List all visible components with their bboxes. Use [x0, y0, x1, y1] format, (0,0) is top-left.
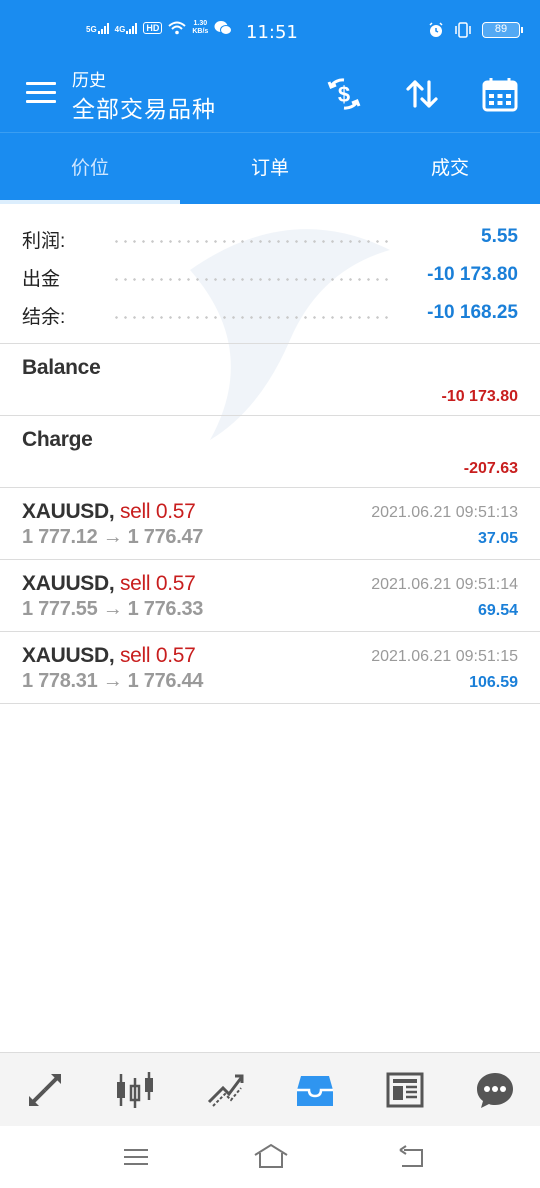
- deal-name: Balance: [22, 356, 101, 379]
- dotted-leader: [112, 278, 392, 281]
- summary-label: 利润:: [22, 231, 66, 252]
- history-content: 利润: 5.55 出金 -10 173.80 结余: -10 168.25 Ba…: [0, 204, 540, 704]
- trade-header: XAUUSD, sell 0.57: [22, 644, 196, 668]
- nav-trade[interactable]: [180, 1053, 270, 1126]
- deal-amount: -207.63: [463, 460, 518, 477]
- network-5g: 5G: [86, 22, 109, 34]
- nav-chat[interactable]: [450, 1053, 540, 1126]
- calendar-icon[interactable]: [480, 74, 520, 114]
- trade-symbol: XAUUSD,: [22, 572, 115, 595]
- sort-icon[interactable]: [402, 74, 442, 114]
- wifi-icon: [168, 21, 187, 35]
- summary-label: 出金: [22, 269, 61, 290]
- trade-time: 2021.06.21 09:51:13: [371, 504, 518, 521]
- bottom-nav: [0, 1052, 540, 1126]
- dotted-leader: [112, 240, 392, 243]
- trade-side: sell 0.57: [119, 500, 196, 523]
- summary-row-balance: 结余: -10 168.25: [0, 298, 540, 336]
- trade-side: sell 0.57: [119, 644, 196, 667]
- app-bar: 历史 全部交易品种 $: [0, 64, 540, 134]
- trade-prices: 1 777.12 → 1 776.47: [22, 526, 204, 548]
- deal-row[interactable]: Charge -207.63: [0, 416, 540, 488]
- dotted-leader: [112, 316, 392, 319]
- nav-quotes[interactable]: [0, 1053, 90, 1126]
- page-title[interactable]: 全部交易品种: [72, 90, 216, 124]
- trade-side: sell 0.57: [119, 572, 196, 595]
- signal-icon: [126, 22, 138, 34]
- trade-symbol: XAUUSD,: [22, 644, 115, 667]
- quotes-icon: [29, 1073, 61, 1106]
- alarm-icon: [429, 22, 443, 37]
- chart-icon: [117, 1071, 153, 1108]
- nav-history[interactable]: [270, 1053, 360, 1126]
- trade-row[interactable]: XAUUSD, sell 0.57 1 777.55 → 1 776.33 20…: [0, 560, 540, 632]
- trade-profit: 69.54: [477, 602, 518, 619]
- menu-icon-line: [26, 82, 56, 85]
- system-nav-bar: [0, 1126, 540, 1188]
- summary-section: 利润: 5.55 出金 -10 173.80 结余: -10 168.25: [0, 204, 540, 344]
- tab-divider: [0, 132, 540, 133]
- trade-header: XAUUSD, sell 0.57: [22, 572, 196, 596]
- tab-deals[interactable]: 成交: [360, 134, 540, 204]
- clock: 11:51: [246, 22, 298, 43]
- status-left: 5G 4G HD 1.30 KB/s: [86, 20, 233, 36]
- trade-symbol: XAUUSD,: [22, 500, 115, 523]
- recent-apps-icon[interactable]: [120, 1142, 152, 1172]
- status-bar: 5G 4G HD 1.30 KB/s 11:51 89: [0, 0, 540, 64]
- trade-profit: 37.05: [477, 530, 518, 547]
- trade-prices: 1 778.31 → 1 776.44: [22, 670, 204, 692]
- summary-label: 结余:: [22, 307, 66, 328]
- summary-value: -10 173.80: [427, 264, 518, 285]
- trade-icon: [207, 1074, 244, 1107]
- tab-positions[interactable]: 价位: [0, 134, 180, 204]
- signal-icon: [97, 22, 109, 34]
- net-speed: 1.30 KB/s: [192, 20, 209, 35]
- chat-icon: [477, 1072, 513, 1108]
- menu-icon-line: [26, 91, 56, 94]
- deal-amount: -10 173.80: [441, 388, 518, 405]
- back-icon[interactable]: [396, 1142, 428, 1172]
- trade-time: 2021.06.21 09:51:15: [371, 648, 518, 665]
- news-icon: [386, 1072, 424, 1107]
- status-right: 89: [428, 22, 523, 38]
- currency-exchange-icon[interactable]: $: [324, 74, 364, 114]
- tab-bar: 价位 订单 成交: [0, 134, 540, 204]
- nav-news[interactable]: [360, 1053, 450, 1126]
- battery-indicator: 89: [482, 22, 523, 38]
- trade-row[interactable]: XAUUSD, sell 0.57 1 778.31 → 1 776.44 20…: [0, 632, 540, 704]
- trade-header: XAUUSD, sell 0.57: [22, 500, 196, 524]
- home-icon[interactable]: [252, 1142, 290, 1172]
- trade-prices: 1 777.55 → 1 776.33: [22, 598, 204, 620]
- page-subtitle: 历史: [72, 71, 106, 90]
- deal-row[interactable]: Balance -10 173.80: [0, 344, 540, 416]
- trade-time: 2021.06.21 09:51:14: [371, 576, 518, 593]
- vibrate-icon: [455, 22, 471, 38]
- trade-row[interactable]: XAUUSD, sell 0.57 1 777.12 → 1 776.47 20…: [0, 488, 540, 560]
- nav-chart[interactable]: [90, 1053, 180, 1126]
- summary-value: -10 168.25: [427, 302, 518, 323]
- history-icon: [297, 1075, 333, 1106]
- summary-row-profit: 利润: 5.55: [0, 222, 540, 260]
- summary-row-withdrawal: 出金 -10 173.80: [0, 260, 540, 298]
- menu-icon-line: [26, 100, 56, 103]
- wechat-icon: [214, 21, 233, 35]
- svg-text:$: $: [338, 82, 350, 107]
- summary-value: 5.55: [481, 226, 518, 247]
- trade-profit: 106.59: [469, 674, 518, 691]
- deal-name: Charge: [22, 428, 93, 451]
- network-4g: 4G: [115, 22, 138, 34]
- hd-badge: HD: [143, 22, 163, 34]
- tab-orders[interactable]: 订单: [180, 134, 360, 204]
- menu-button[interactable]: [26, 82, 56, 106]
